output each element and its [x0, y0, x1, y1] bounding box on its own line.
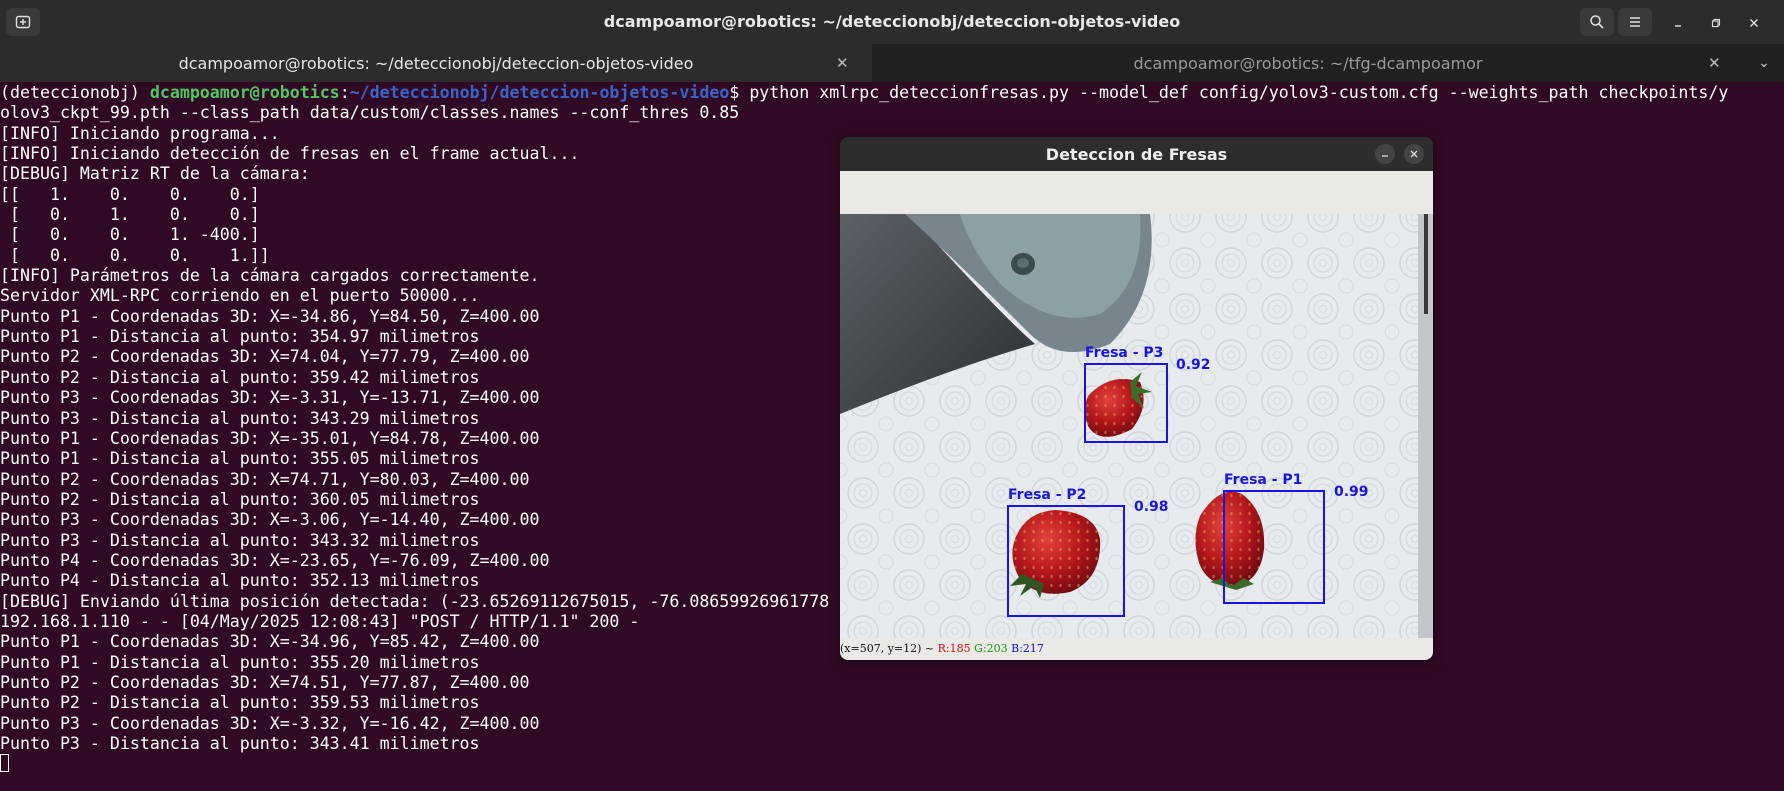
terminal-line: Punto P3 - Coordenadas 3D: X=-3.31, Y=-1…: [0, 388, 540, 408]
prompt-env: (deteccionobj): [0, 83, 150, 102]
terminal-line: Servidor XML-RPC corriendo en el puerto …: [0, 286, 480, 306]
minimize-button[interactable]: [1667, 12, 1689, 34]
detection-close-button[interactable]: [1404, 144, 1424, 164]
search-icon: [1590, 15, 1604, 29]
terminal-line: Punto P3 - Coordenadas 3D: X=-3.06, Y=-1…: [0, 510, 540, 530]
tab-bar: dcampoamor@robotics: ~/deteccionobj/dete…: [0, 44, 1784, 82]
terminal-line: Punto P2 - Coordenadas 3D: X=74.51, Y=77…: [0, 672, 530, 692]
tab-close-icon[interactable]: ✕: [836, 54, 849, 72]
terminal-line: Punto P2 - Coordenadas 3D: X=74.04, Y=77…: [0, 347, 530, 367]
terminal-line: Punto P2 - Distancia al punto: 359.42 mi…: [0, 367, 480, 387]
tab-deteccion-objetos-video[interactable]: dcampoamor@robotics: ~/deteccionobj/dete…: [0, 44, 872, 82]
detection-window[interactable]: Deteccion de Fresas Fresa - P3 0.92 Fres…: [840, 137, 1433, 660]
prompt-symbol: $: [729, 83, 750, 102]
detection-label-p1: Fresa - P1: [1224, 472, 1302, 488]
terminal-line: Punto P4 - Distancia al punto: 352.13 mi…: [0, 571, 480, 591]
terminal-line: Punto P2 - Distancia al punto: 359.53 mi…: [0, 693, 480, 713]
terminal-line: Punto P1 - Distancia al punto: 355.20 mi…: [0, 652, 480, 672]
tab-label: dcampoamor@robotics: ~/tfg-dcampoamor: [1133, 53, 1483, 73]
hamburger-menu-icon: [1630, 17, 1640, 27]
prompt-path: ~/deteccionobj/deteccion-objetos-video: [349, 83, 730, 102]
tab-close-icon[interactable]: ✕: [1708, 54, 1721, 72]
terminal-line: Punto P4 - Coordenadas 3D: X=-23.65, Y=-…: [0, 550, 550, 570]
menu-button[interactable]: [1618, 8, 1652, 36]
pixel-coords: (x=507, y=12) ~: [840, 642, 938, 655]
command-line: python xmlrpc_deteccionfresas.py --model…: [749, 83, 1729, 102]
terminal-line: [INFO] Iniciando programa...: [0, 123, 280, 143]
close-icon: [1410, 150, 1418, 158]
search-button[interactable]: [1580, 8, 1614, 36]
terminal-line: Punto P3 - Distancia al punto: 343.29 mi…: [0, 408, 480, 428]
detection-window-titlebar[interactable]: Deteccion de Fresas: [840, 137, 1433, 171]
pixel-blue: B:217: [1011, 642, 1044, 655]
pixel-green: G:203: [974, 642, 1008, 655]
tab-tfg-dcampoamor[interactable]: dcampoamor@robotics: ~/tfg-dcampoamor ✕: [872, 44, 1744, 82]
chevron-down-icon: ⌄: [1758, 55, 1770, 71]
terminal-line: Punto P1 - Coordenadas 3D: X=-34.86, Y=8…: [0, 306, 540, 326]
detection-toolbar: [840, 171, 1433, 194]
terminal-line: 192.168.1.110 - - [04/May/2025 12:08:43]…: [0, 611, 640, 631]
prompt-separator: :: [339, 83, 350, 102]
detection-score-p3: 0.92: [1176, 357, 1211, 373]
minimize-icon: [1675, 25, 1681, 27]
detection-window-title: Deteccion de Fresas: [1045, 145, 1228, 164]
terminal-line: Punto P3 - Distancia al punto: 343.32 mi…: [0, 530, 480, 550]
terminal-line: Punto P1 - Coordenadas 3D: X=-34.96, Y=8…: [0, 632, 540, 652]
tab-list-button[interactable]: ⌄: [1744, 44, 1784, 82]
minimize-icon: [1382, 155, 1388, 157]
close-button[interactable]: [1743, 12, 1765, 34]
terminal-line: Punto P2 - Distancia al punto: 360.05 mi…: [0, 489, 480, 509]
restore-icon: [1711, 18, 1721, 28]
terminal-line: [ 0. 0. 1. -400.]: [0, 225, 260, 245]
window-titlebar: dcampoamor@robotics: ~/deteccionobj/dete…: [0, 0, 1784, 44]
new-tab-button[interactable]: [6, 8, 40, 36]
tab-label: dcampoamor@robotics: ~/deteccionobj/dete…: [178, 53, 694, 73]
terminal-line: Punto P3 - Distancia al punto: 343.41 mi…: [0, 734, 480, 753]
detection-score-p2: 0.98: [1134, 499, 1169, 515]
terminal-line: [INFO] Iniciando detección de fresas en …: [0, 144, 580, 164]
command-line-continued: olov3_ckpt_99.pth --class_path data/cust…: [0, 103, 740, 123]
terminal-line: Punto P1 - Distancia al punto: 355.05 mi…: [0, 449, 480, 469]
terminal-line: [ 0. 1. 0. 0.]: [0, 205, 260, 225]
terminal-line: [DEBUG] Matriz RT de la cámara:: [0, 164, 310, 184]
detection-label-p2: Fresa - P2: [1008, 487, 1086, 503]
terminal-line: Punto P2 - Coordenadas 3D: X=74.71, Y=80…: [0, 469, 530, 489]
pixel-status-bar: (x=507, y=12) ~ R:185 G:203 B:217: [840, 638, 1433, 660]
detection-score-p1: 0.99: [1334, 484, 1369, 500]
terminal-line: Punto P1 - Distancia al punto: 354.97 mi…: [0, 327, 480, 347]
new-tab-icon: [15, 15, 31, 29]
window-title: dcampoamor@robotics: ~/deteccionobj/dete…: [603, 12, 1181, 31]
detection-label-p3: Fresa - P3: [1085, 345, 1163, 361]
terminal-line: Punto P3 - Coordenadas 3D: X=-3.32, Y=-1…: [0, 713, 540, 733]
maximize-button[interactable]: [1705, 12, 1727, 34]
camera-frame: Fresa - P3 0.92 Fresa - P2 0.98 Fresa - …: [840, 194, 1433, 638]
terminal-line: [DEBUG] Enviando última posición detecta…: [0, 591, 830, 611]
terminal-line: Punto P1 - Coordenadas 3D: X=-35.01, Y=8…: [0, 428, 540, 448]
terminal-cursor: [0, 754, 9, 773]
terminal-line: [INFO] Parámetros de la cámara cargados …: [0, 266, 540, 286]
pixel-red: R:185: [937, 642, 971, 655]
terminal-line: [ 0. 0. 0. 1.]]: [0, 245, 270, 265]
close-icon: [1750, 19, 1758, 27]
detection-minimize-button[interactable]: [1375, 144, 1395, 164]
prompt-user: dcampoamor@robotics: [149, 83, 340, 102]
terminal-line: [[ 1. 0. 0. 0.]: [0, 184, 260, 204]
